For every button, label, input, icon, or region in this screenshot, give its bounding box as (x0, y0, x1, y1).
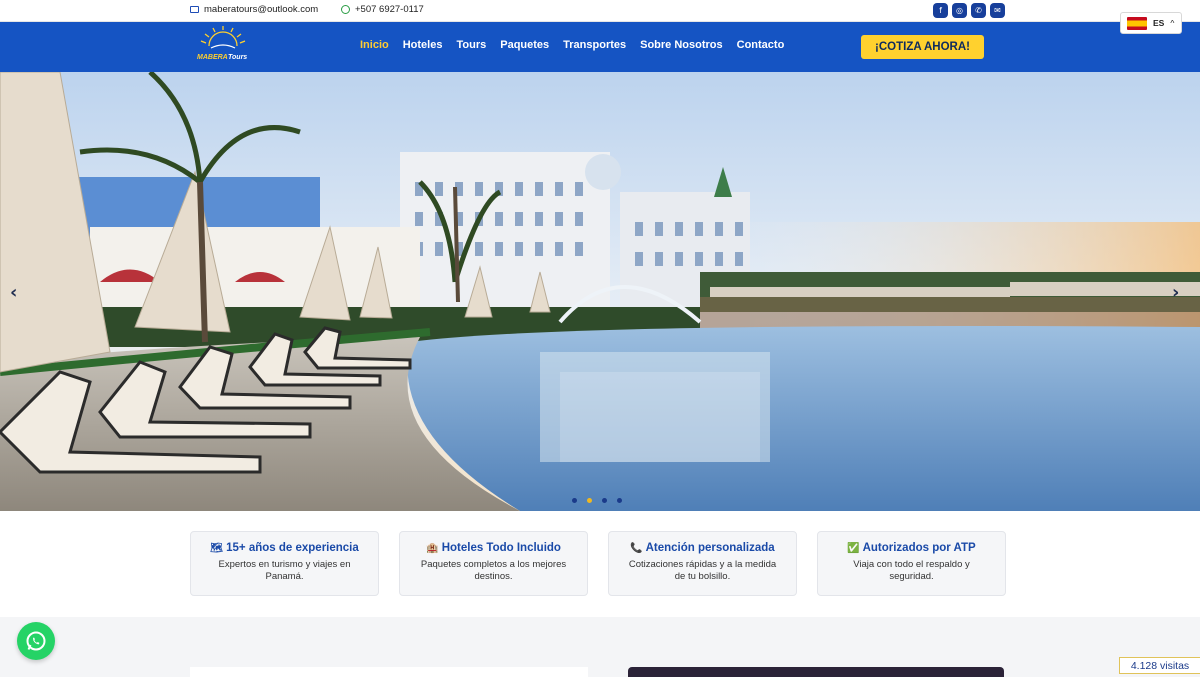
feature-text: Cotizaciones rápidas y a la medida de tu… (628, 559, 777, 582)
prev-slide-icon[interactable]: ‹ (10, 282, 17, 303)
email-contact[interactable]: maberatours@outlook.com (190, 4, 318, 15)
nav-sobre-nosotros[interactable]: Sobre Nosotros (640, 39, 723, 51)
main-navbar: MABERA Tours Inicio Hoteles Tours Paquet… (0, 22, 1200, 72)
content-section (0, 617, 1200, 677)
feature-title: Autorizados por ATP (862, 542, 976, 554)
feature-text: Viaja con todo el respaldo y seguridad. (853, 559, 970, 582)
envelope-icon (190, 6, 199, 13)
content-card-left (190, 667, 588, 677)
feature-title: Hoteles Todo Incluido (441, 542, 561, 554)
nav-hoteles[interactable]: Hoteles (403, 39, 443, 51)
hero-image (0, 72, 1200, 511)
slide-dot[interactable] (572, 498, 577, 503)
feature-title: Atención personalizada (645, 542, 775, 554)
social-links: f ◎ ✆ ✉ (933, 3, 1005, 18)
feature-title: 15+ años de experiencia (226, 542, 359, 554)
feature-card-atp: ✅ Autorizados por ATP Viaja con todo el … (817, 531, 1006, 596)
instagram-icon[interactable]: ◎ (952, 3, 967, 18)
phone-contact[interactable]: +507 6927-0117 (341, 4, 424, 15)
phone-text: +507 6927-0117 (355, 4, 424, 15)
phone-icon[interactable]: ✆ (971, 3, 986, 18)
whatsapp-icon (341, 5, 350, 14)
slide-dot-active[interactable] (587, 498, 592, 503)
features-section: 🗺 15+ años de experiencia Expertos en tu… (0, 511, 1200, 617)
visit-counter: 4.128 visitas (1119, 657, 1200, 674)
nav-contacto[interactable]: Contacto (737, 39, 785, 51)
whatsapp-icon (26, 631, 46, 651)
quote-now-button[interactable]: ¡COTIZA AHORA! (861, 35, 984, 59)
language-code: ES (1153, 18, 1165, 28)
mail-icon[interactable]: ✉ (990, 3, 1005, 18)
feature-card-experience: 🗺 15+ años de experiencia Expertos en tu… (190, 531, 379, 596)
feature-card-attention: 📞 Atención personalizada Cotizaciones rá… (608, 531, 797, 596)
brand-name: MABERA (197, 54, 228, 61)
facebook-icon[interactable]: f (933, 3, 948, 18)
slide-dot[interactable] (617, 498, 622, 503)
feature-card-hotels: 🏨 Hoteles Todo Incluido Paquetes complet… (399, 531, 588, 596)
map-icon: 🗺 (210, 543, 223, 554)
slide-dot[interactable] (602, 498, 607, 503)
whatsapp-chat-button[interactable] (17, 622, 55, 660)
nav-inicio[interactable]: Inicio (360, 39, 389, 51)
brand-logo[interactable]: MABERA Tours (195, 26, 251, 66)
top-contact-bar: maberatours@outlook.com +507 6927-0117 f… (0, 0, 1200, 22)
phone-icon: 📞 (630, 543, 643, 554)
content-card-right (628, 667, 1004, 677)
next-slide-icon[interactable]: › (1172, 282, 1179, 303)
hotel-icon: 🏨 (426, 543, 439, 554)
brand-suffix: Tours (228, 54, 247, 61)
check-icon: ✅ (847, 543, 860, 554)
nav-tours[interactable]: Tours (456, 39, 486, 51)
primary-menu: Inicio Hoteles Tours Paquetes Transporte… (360, 39, 784, 51)
feature-text: Expertos en turismo y viajes en Panamá. (218, 559, 351, 582)
spain-flag-icon (1127, 16, 1147, 30)
email-text: maberatours@outlook.com (204, 4, 319, 15)
feature-text: Paquetes completos a los mejores destino… (420, 559, 567, 582)
chevron-up-icon: ^ (1170, 18, 1175, 28)
hero-carousel: ‹ › (0, 72, 1200, 511)
language-selector[interactable]: ES ^ (1120, 12, 1182, 34)
carousel-indicators (572, 498, 622, 503)
nav-paquetes[interactable]: Paquetes (500, 39, 549, 51)
nav-transportes[interactable]: Transportes (563, 39, 626, 51)
